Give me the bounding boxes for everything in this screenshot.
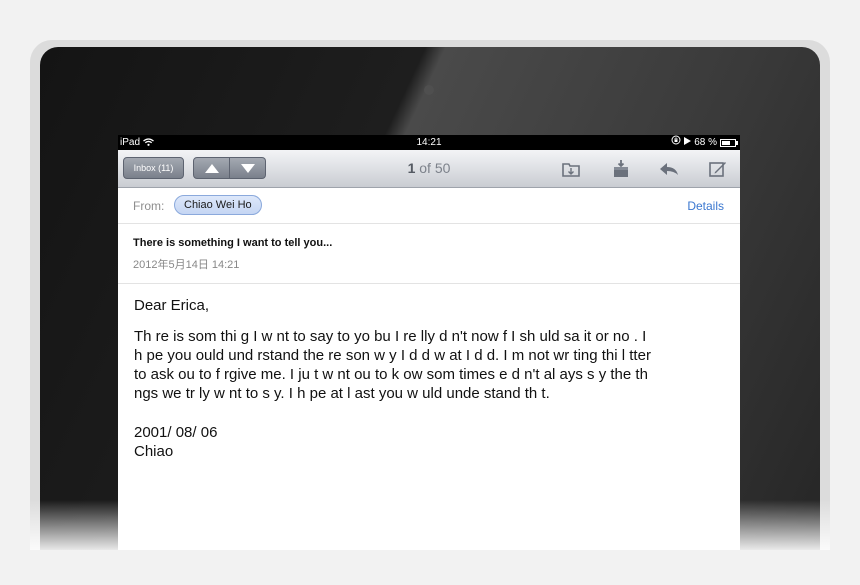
status-time: 14:21 xyxy=(416,137,442,148)
signoff-date: 2001/ 08/ 06 xyxy=(134,424,218,441)
bottom-fade xyxy=(30,500,830,550)
subject-row: There is something I want to tell you...… xyxy=(118,224,740,284)
body-text: Th re is som thi g I w nt to say to yo b… xyxy=(134,328,651,402)
status-bar: iPad 14:21 68 % xyxy=(118,135,740,150)
from-label: From: xyxy=(133,199,165,213)
battery-percent: 68 % xyxy=(694,137,717,148)
message-subject: There is something I want to tell you... xyxy=(133,237,333,249)
front-camera xyxy=(424,85,434,95)
message-body: Dear Erica, Th re is som thi g I w nt to… xyxy=(118,284,740,461)
battery-icon xyxy=(720,138,738,147)
message-nav xyxy=(193,157,266,179)
details-link[interactable]: Details xyxy=(687,199,724,213)
reply-icon[interactable] xyxy=(659,159,679,179)
sender-chip[interactable]: Chiao Wei Ho xyxy=(174,195,262,215)
mail-toolbar: Inbox (11) 1 of 50 xyxy=(118,150,740,188)
down-arrow-icon xyxy=(240,163,255,173)
message-date: 2012年5月14日 14:21 xyxy=(133,259,240,271)
message-index: 1 xyxy=(407,160,416,176)
move-folder-icon[interactable] xyxy=(561,159,581,179)
up-arrow-icon xyxy=(204,163,219,173)
compose-icon[interactable] xyxy=(708,159,728,179)
from-row: From: Chiao Wei Ho Details xyxy=(118,188,740,224)
play-icon xyxy=(684,135,692,150)
signature: Chiao xyxy=(134,443,174,460)
status-right: 68 % xyxy=(671,135,738,150)
greeting: Dear Erica, xyxy=(134,297,210,314)
device-screen: iPad 14:21 68 % Inbox (11) 1 of 50 From:… xyxy=(118,135,740,550)
rotation-lock-icon xyxy=(671,135,681,150)
message-total: of 50 xyxy=(419,160,451,176)
archive-icon[interactable] xyxy=(611,159,631,179)
previous-message-button[interactable] xyxy=(193,157,230,179)
next-message-button[interactable] xyxy=(230,157,266,179)
inbox-button[interactable]: Inbox (11) xyxy=(123,157,184,179)
